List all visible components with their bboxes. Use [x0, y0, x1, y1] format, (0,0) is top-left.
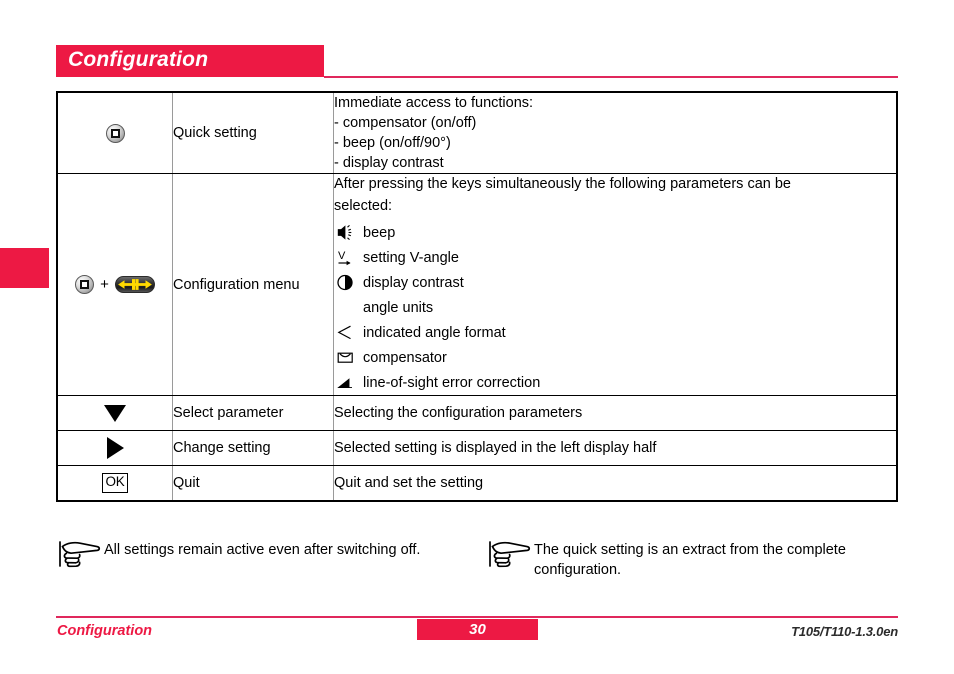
list-item: V setting V-angle [334, 245, 896, 270]
speaker-icon [337, 223, 363, 243]
description-line: - display contrast [334, 155, 444, 171]
note: All settings remain active even after sw… [58, 538, 488, 580]
row-label-cell: Select parameter [172, 395, 334, 431]
footer-chapter-label: Configuration [57, 623, 153, 639]
v-angle-icon: V [337, 248, 363, 268]
row-icon-cell [58, 430, 173, 466]
quick-setting-key-icon [75, 275, 95, 294]
row-description-cell: Quit and set the setting [333, 465, 896, 500]
quick-setting-key-icon [105, 123, 125, 143]
note-text: All settings remain active even after sw… [104, 542, 421, 558]
page-edge-tab-marker [0, 248, 49, 288]
note-text-line: configuration. [534, 561, 622, 578]
note-text: The quick setting is an extract from the… [534, 538, 846, 580]
table-row: Quick setting Immediate access to functi… [58, 93, 896, 174]
row-icon-cell [58, 93, 173, 174]
horizontal-key-icon [114, 276, 155, 293]
description-line: selected: [334, 198, 393, 214]
list-item: angle units [334, 295, 896, 320]
svg-text:V: V [338, 250, 346, 262]
list-item-label: angle units [363, 299, 434, 316]
table-row: Select parameter Selecting the configura… [58, 395, 896, 431]
row-label-cell: Configuration menu [172, 173, 334, 396]
list-item: line-of-sight error correction [334, 370, 896, 395]
description-line: Immediate access to functions: [334, 95, 534, 111]
row-icon-cell [58, 395, 173, 431]
page-title: Configuration [68, 48, 209, 71]
note-text-line: The quick setting is an extract from the… [534, 542, 846, 558]
triangle-right-icon [106, 437, 124, 459]
list-item-label: indicated angle format [363, 324, 506, 341]
row-icon-cell: + [58, 173, 173, 396]
page-header: Configuration [56, 45, 898, 79]
description-line: - beep (on/off/90°) [334, 135, 451, 151]
compensator-icon [337, 348, 363, 368]
list-item-label: display contrast [363, 274, 464, 291]
page-number-badge: 30 [417, 619, 538, 640]
pointing-hand-icon [488, 538, 534, 574]
header-rule [324, 76, 898, 78]
no-icon-placeholder [337, 298, 363, 318]
row-description-cell: After pressing the keys simultaneously t… [333, 173, 896, 396]
row-description-cell: Selected setting is displayed in the lef… [333, 430, 896, 466]
note: The quick setting is an extract from the… [488, 538, 898, 580]
configuration-parameter-list: beep V setting V-angle display contrast … [334, 220, 896, 395]
ok-key-icon: OK [101, 473, 129, 493]
row-icon-cell: OK [58, 465, 173, 500]
row-label-cell: Quit [172, 465, 334, 500]
table-row: + Configuration menu After pressing the … [58, 173, 896, 396]
list-item: beep [334, 220, 896, 245]
contrast-icon [337, 273, 363, 293]
row-label-cell: Change setting [172, 430, 334, 466]
description-line: After pressing the keys simultaneously t… [334, 176, 791, 192]
triangle-down-icon [104, 404, 126, 422]
angle-icon [337, 323, 363, 343]
list-item-label: beep [363, 224, 396, 241]
line-of-sight-icon [337, 373, 363, 393]
row-label-cell: Quick setting [172, 93, 334, 174]
list-item: indicated angle format [334, 320, 896, 345]
footer-document-id: T105/T110-1.3.0en [791, 624, 898, 639]
configuration-table: Quick setting Immediate access to functi… [56, 91, 898, 502]
row-description-cell: Selecting the configuration parameters [333, 395, 896, 431]
pointing-hand-icon [58, 538, 104, 574]
list-item: compensator [334, 345, 896, 370]
description-line: - compensator (on/off) [334, 115, 477, 131]
row-description-cell: Immediate access to functions: - compens… [333, 93, 896, 174]
list-item-label: setting V-angle [363, 249, 459, 266]
list-item: display contrast [334, 270, 896, 295]
list-item-label: compensator [363, 349, 447, 366]
table-row: OK Quit Quit and set the setting [58, 465, 896, 500]
plus-sign: + [100, 276, 109, 293]
notes-section: All settings remain active even after sw… [58, 538, 898, 580]
list-item-label: line-of-sight error correction [363, 374, 541, 391]
footer-rule [56, 616, 898, 618]
table-row: Change setting Selected setting is displ… [58, 430, 896, 466]
